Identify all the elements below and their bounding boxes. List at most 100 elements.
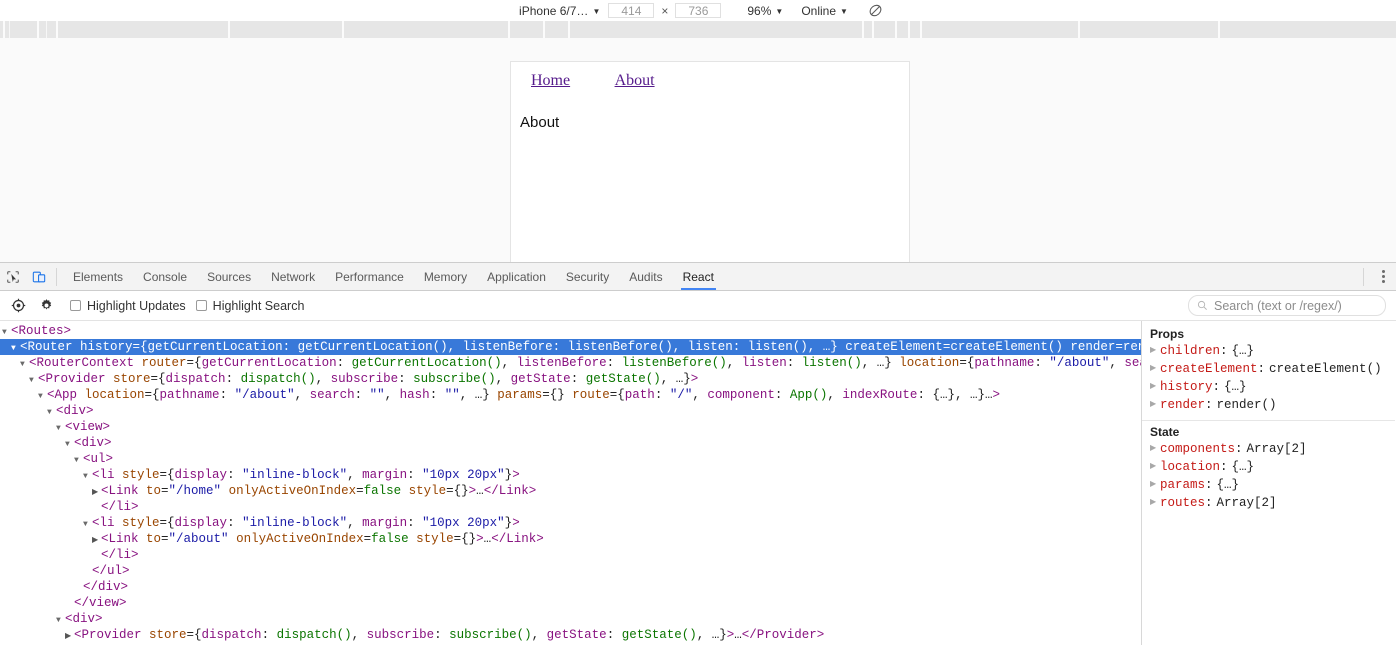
state-row[interactable]: ▶ components: Array[2] [1150,440,1395,458]
tree-node[interactable]: ▼ <Provider store={dispatch: dispatch() , … [0,371,1141,387]
expand-arrow-closed-icon[interactable]: ▶ [1150,458,1160,476]
token-punc: , [1109,356,1125,370]
expand-arrow-open-icon[interactable]: ▼ [65,437,74,453]
expand-arrow-closed-icon[interactable]: ▶ [1150,476,1160,494]
expand-arrow-open-icon[interactable]: ▼ [29,373,38,389]
tree-node[interactable]: ▼ <li style={display: "inline-block", mar… [0,467,1141,483]
tab-network[interactable]: Network [261,264,325,290]
expand-arrow-open-icon[interactable]: ▼ [20,357,29,373]
more-options-icon[interactable] [1370,264,1396,290]
tab-elements[interactable]: Elements [63,264,133,290]
search-input[interactable]: Search (text or /regex/) [1188,295,1386,316]
token-tag: > [992,388,1000,402]
expand-arrow-open-icon[interactable]: ▼ [74,453,83,469]
zoom-selector[interactable]: 96% ▼ [741,4,789,18]
nav-link-about[interactable]: About [615,72,655,89]
select-component-icon[interactable] [4,292,32,320]
tree-node[interactable]: ▼ <div> [0,435,1141,451]
device-toolbar-controls: iPhone 6/7… ▼ 414 × 736 96% ▼ Online ▼ [513,3,883,18]
nav-link-home[interactable]: Home [531,72,570,89]
highlight-updates-checkbox[interactable]: Highlight Updates [70,299,186,313]
expand-arrow-open-icon[interactable]: ▼ [83,469,92,485]
prop-row[interactable]: ▶ createElement: createElement() [1150,360,1395,378]
prop-row[interactable]: ▶ history: {…} [1150,378,1395,396]
token-val: listenBefore() [621,356,727,370]
gear-icon[interactable] [32,292,60,320]
react-component-tree[interactable]: ▼ <Routes> ▼ <Router history={getCurrentLoc… [0,321,1142,645]
expand-arrow-closed-icon[interactable]: ▶ [1150,494,1160,512]
tree-node[interactable]: ▼ <div> [0,611,1141,627]
tree-node[interactable]: ▼ <Routes> [0,323,1141,339]
token-tag: > [512,516,520,530]
viewport-width-input[interactable]: 414 [608,3,655,18]
tab-audits[interactable]: Audits [619,264,672,290]
token-val: listenBefore() [567,340,673,354]
expand-arrow-closed-icon[interactable]: ▶ [1150,440,1160,458]
tree-node[interactable]: ▼ <RouterContext router={getCurrentLocati… [0,355,1141,371]
tab-application[interactable]: Application [477,264,556,290]
tab-security[interactable]: Security [556,264,619,290]
token-punc: : [407,468,423,482]
tree-node[interactable]: </div> [0,579,1141,595]
tree-node[interactable]: ▼ <li style={display: "inline-block", mar… [0,515,1141,531]
expand-arrow-open-icon[interactable]: ▼ [56,421,65,437]
state-row[interactable]: ▶ routes: Array[2] [1150,494,1395,512]
tab-sources[interactable]: Sources [197,264,261,290]
tab-console[interactable]: Console [133,264,197,290]
tree-node[interactable]: </ul> [0,563,1141,579]
token-attr: style [114,516,160,530]
tab-react[interactable]: React [673,264,724,290]
token-attr: onlyActiveOnIndex [221,484,357,498]
expand-arrow-closed-icon[interactable]: ▶ [1150,378,1160,396]
expand-arrow-open-icon[interactable]: ▼ [56,613,65,629]
expand-arrow-open-icon[interactable]: ▼ [83,517,92,533]
expand-arrow-open-icon[interactable]: ▼ [38,389,47,405]
token-str: "10px 20px" [422,468,505,482]
tree-node[interactable]: </view> [0,595,1141,611]
prop-name: render [1160,398,1206,412]
viewport-height-input[interactable]: 736 [675,3,722,18]
token-punc: ={ [609,388,625,402]
network-throttling-selector[interactable]: Online ▼ [795,4,854,18]
prop-row[interactable]: ▶ render: render() [1150,396,1395,414]
token-tag: <div> [56,404,94,418]
expand-arrow-open-icon[interactable]: ▼ [47,405,56,421]
expand-arrow-closed-icon[interactable]: ▶ [1150,360,1160,378]
tab-performance[interactable]: Performance [325,264,414,290]
expand-arrow-closed-icon[interactable]: ▶ [1150,396,1160,414]
tree-node[interactable]: ▼ <ul> [0,451,1141,467]
token-key: subscribe [366,628,435,642]
device-viewport-frame[interactable]: Home About About [511,62,909,262]
tree-node[interactable]: ▼ <Router history={getCurrentLocation: ge… [0,339,1141,355]
tree-node[interactable]: ▶ <Provider store={dispatch: dispatch() , … [0,627,1141,643]
colon-separator: : [1205,496,1213,510]
tree-node[interactable]: ▶ <Link to="/home" onlyActiveOnIndex=fals… [0,483,1141,499]
state-row[interactable]: ▶ location: {…} [1150,458,1395,476]
expand-arrow-closed-icon[interactable]: ▶ [65,629,74,645]
checkbox-box[interactable] [195,300,207,311]
device-preset-selector[interactable]: iPhone 6/7… ▼ [513,4,606,18]
prop-row[interactable]: ▶ children: {…} [1150,342,1395,360]
tree-node[interactable]: ▶ <Link to="/about" onlyActiveOnIndex=fal… [0,531,1141,547]
highlight-search-checkbox[interactable]: Highlight Search [195,299,304,313]
expand-arrow-open-icon[interactable]: ▼ [11,341,20,357]
tree-node[interactable]: ▼ <view> [0,419,1141,435]
tree-node[interactable]: </li> [0,547,1141,563]
checkbox-box[interactable] [70,300,81,311]
tab-memory[interactable]: Memory [414,264,477,290]
tree-node[interactable]: ▼ <App location={pathname: "/about", sear… [0,387,1141,403]
inspect-element-icon[interactable] [0,264,26,290]
state-row[interactable]: ▶ params: {…} [1150,476,1395,494]
token-key: component [707,388,775,402]
expand-arrow-closed-icon[interactable]: ▶ [1150,342,1160,360]
expand-arrow-open-icon[interactable]: ▼ [2,325,11,341]
token-punc: , [315,372,331,386]
devtools-tabbar: Elements Console Sources Network Perform… [0,263,1396,291]
tree-node[interactable]: ▼ <div> [0,403,1141,419]
token-punc: … [476,484,484,498]
search-icon [1197,300,1207,310]
rotate-device-icon[interactable] [868,3,883,18]
tree-node[interactable]: </li> [0,499,1141,515]
token-punc: = [363,532,372,546]
toggle-device-toolbar-icon[interactable] [26,264,52,290]
